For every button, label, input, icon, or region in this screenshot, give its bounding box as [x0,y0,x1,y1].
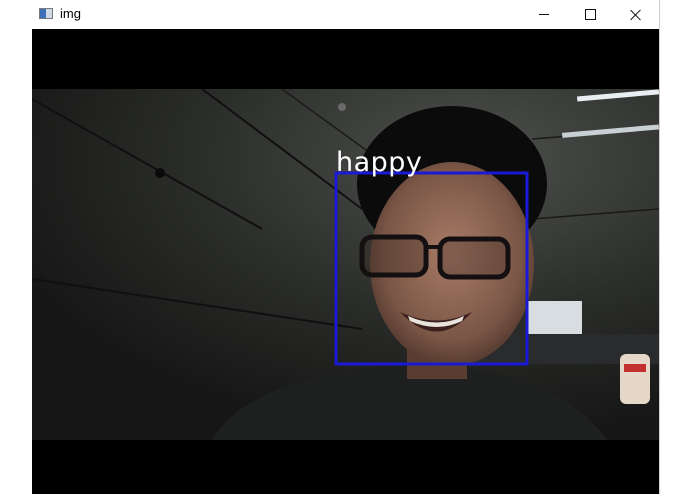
background-window-edge [659,0,695,494]
minimize-button[interactable] [521,0,567,29]
maximize-icon [584,9,596,20]
webcam-frame: happy [32,89,659,440]
close-button[interactable] [613,0,659,29]
ceiling-spot [338,103,346,111]
webcam-scene [32,89,659,440]
background-laptop [527,301,582,339]
ceiling-spot [155,168,165,178]
detection-label: happy [336,147,423,178]
close-icon [630,9,642,21]
app-icon [39,8,53,19]
minimize-icon [539,14,549,15]
glasses-right-lens [437,236,511,280]
maximize-button[interactable] [567,0,613,29]
title-bar[interactable]: img [32,0,659,29]
image-window: img happy [32,0,659,494]
image-viewport: happy [32,29,659,494]
glasses-left-lens [359,234,429,278]
window-title: img [60,6,81,21]
bottle-label [624,364,646,372]
background-bottle [620,354,650,404]
